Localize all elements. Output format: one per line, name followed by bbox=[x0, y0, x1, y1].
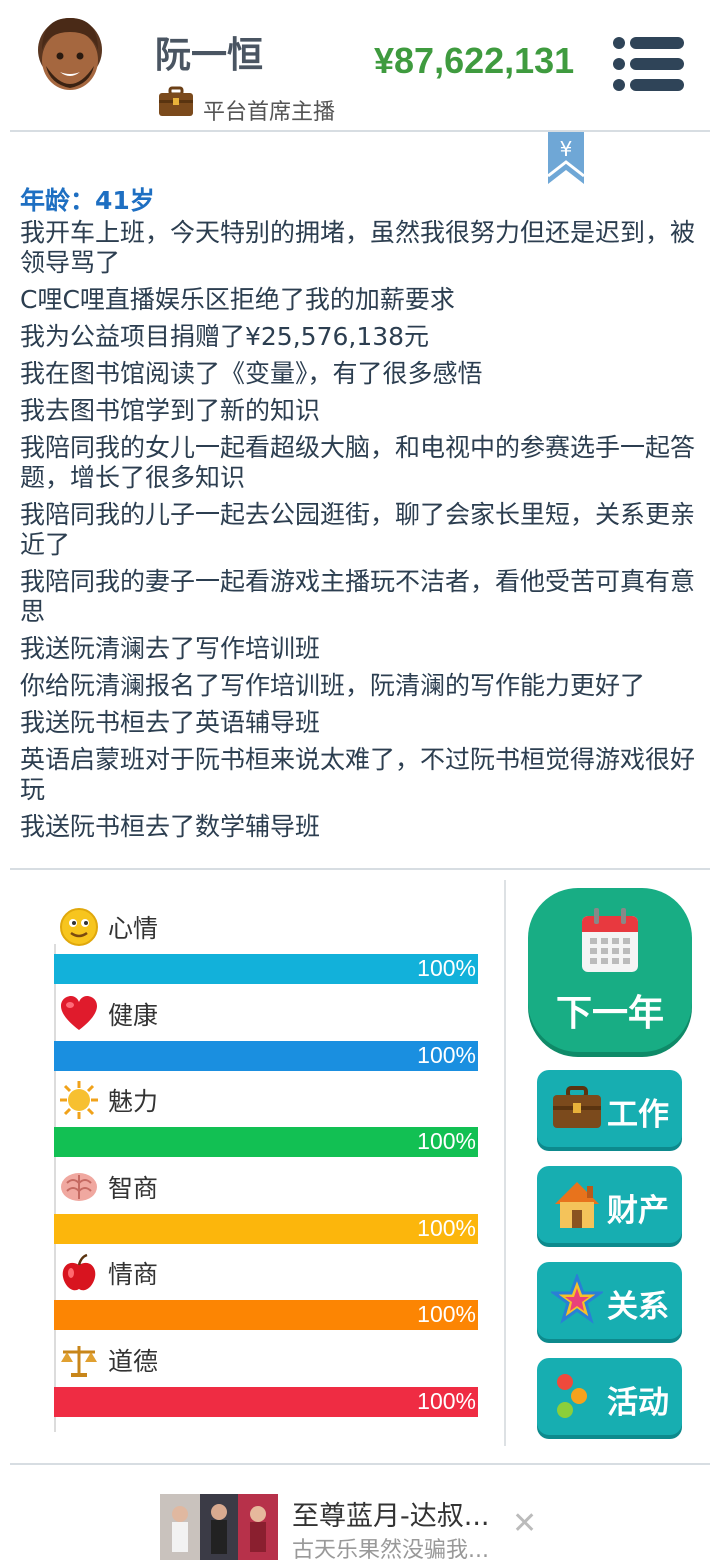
log-lines: 我开车上班，今天特别的拥堵，虽然我很努力但还是迟到，被领导骂了 C哩C哩直播娱乐区… bbox=[20, 218, 696, 842]
stat-label: 道德 bbox=[108, 1346, 159, 1376]
ad-close-icon[interactable]: ✕ bbox=[512, 1506, 537, 1541]
log-line: 我陪同我的妻子一起看游戏主播玩不洁者，看他受苦可真有意思 bbox=[20, 567, 696, 626]
stat-value: 100% bbox=[417, 1387, 476, 1414]
stat-bar-fill bbox=[54, 1127, 478, 1157]
stat-value: 100% bbox=[417, 1041, 476, 1068]
property-label: 财产 bbox=[607, 1193, 669, 1229]
log-line: 我去图书馆学到了新的知识 bbox=[20, 396, 321, 425]
log-line: 我为公益项目捐赠了¥25,576,138元 bbox=[20, 322, 430, 351]
activities-label: 活动 bbox=[607, 1385, 669, 1421]
log-line: 我陪同我的儿子一起去公园逛街，聊了会家长里短，关系更亲近了 bbox=[20, 500, 696, 559]
stat-head: 智商 bbox=[54, 1160, 479, 1214]
stat-bar-fill bbox=[54, 1040, 478, 1071]
bookmark-symbol: ¥ bbox=[560, 137, 573, 161]
age-label: 年龄：41岁 bbox=[20, 186, 155, 215]
menu-icon[interactable] bbox=[612, 36, 684, 92]
stat-row: 道德 100% bbox=[54, 1333, 479, 1420]
brain-icon bbox=[58, 1166, 100, 1208]
stat-label: 情商 bbox=[108, 1260, 159, 1289]
star-icon bbox=[551, 1274, 603, 1324]
stat-head: 魅力 bbox=[54, 1073, 479, 1127]
stat-head: 心情 bbox=[54, 900, 479, 954]
stat-bar-fill bbox=[54, 1300, 478, 1330]
stat-row: 智商 100% bbox=[54, 1160, 479, 1247]
stat-bar: 100% bbox=[54, 1300, 478, 1330]
next-year-label: 下一年 bbox=[555, 993, 664, 1034]
stat-value: 100% bbox=[417, 1128, 476, 1154]
scales-icon bbox=[58, 1339, 100, 1381]
smiley-icon bbox=[58, 906, 100, 948]
stat-row: 健康 100% bbox=[54, 987, 479, 1074]
ad-divider bbox=[10, 1463, 710, 1465]
log-line: 我在图书馆阅读了《变量》，有了很多感悟 bbox=[20, 359, 483, 388]
money-balance: ¥87,622,131 bbox=[374, 40, 575, 81]
property-button[interactable]: 财产 bbox=[537, 1166, 682, 1243]
stat-bar: 100% bbox=[54, 1127, 478, 1157]
relations-button[interactable]: 关系 bbox=[537, 1262, 682, 1339]
avatar[interactable] bbox=[32, 10, 108, 94]
stat-row: 心情 100% bbox=[54, 900, 479, 987]
activities-button[interactable]: 活动 bbox=[537, 1358, 682, 1435]
work-button[interactable]: 工作 bbox=[537, 1070, 682, 1147]
stat-bar: 100% bbox=[54, 1040, 478, 1071]
stat-head: 道德 bbox=[54, 1333, 479, 1387]
work-label: 工作 bbox=[607, 1097, 669, 1133]
activity-dots-icon bbox=[557, 1374, 587, 1418]
log-line: 我陪同我的女儿一起看超级大脑，和电视中的参赛选手一起答题，增长了很多知识 bbox=[20, 433, 696, 492]
log-line: 我送阮清澜去了写作培训班 bbox=[20, 634, 321, 663]
log-line: C哩C哩直播娱乐区拒绝了我的加薪要求 bbox=[20, 285, 455, 314]
ad-thumbnail[interactable] bbox=[160, 1494, 278, 1560]
log-line: 英语启蒙班对于阮书桓来说太难了，不过阮书桓觉得游戏很好玩 bbox=[20, 745, 696, 804]
stats-panel: 心情 100% 健康 100% 魅力 100% 智商 100% 情商 100% 道德 100% bbox=[54, 900, 479, 1419]
player-name: 阮一恒 bbox=[155, 35, 264, 76]
stat-head: 情商 bbox=[54, 1246, 479, 1300]
log-line: 我开车上班，今天特别的拥堵，虽然我很努力但还是迟到，被领导骂了 bbox=[20, 218, 696, 277]
event-log: 年龄：41岁 我开车上班，今天特别的拥堵，虽然我很努力但还是迟到，被领导骂了 C哩… bbox=[20, 184, 696, 849]
heart-icon bbox=[58, 993, 100, 1035]
header: 阮一恒 平台首席主播 ¥87,622,131 bbox=[0, 0, 720, 130]
relations-label: 关系 bbox=[607, 1289, 669, 1325]
stat-value: 100% bbox=[417, 1214, 476, 1241]
stat-label: 心情 bbox=[108, 914, 159, 943]
ad-banner[interactable]: 至尊蓝月-达叔... 古天乐果然没骗我... ✕ bbox=[0, 1466, 720, 1560]
bookmark-yen-icon[interactable]: ¥ bbox=[546, 132, 586, 184]
apple-icon bbox=[58, 1252, 100, 1294]
briefcase-icon bbox=[553, 1086, 601, 1128]
stat-head: 健康 bbox=[54, 987, 479, 1041]
calendar-icon bbox=[582, 908, 638, 972]
stat-label: 魅力 bbox=[108, 1087, 159, 1116]
stat-row: 魅力 100% bbox=[54, 1073, 479, 1160]
ad-title: 至尊蓝月-达叔... bbox=[292, 1501, 490, 1532]
stat-label: 健康 bbox=[108, 1000, 159, 1030]
stat-bar-fill bbox=[54, 1213, 478, 1244]
house-icon bbox=[555, 1182, 599, 1228]
sun-icon bbox=[58, 1079, 100, 1121]
stat-bar-fill bbox=[54, 954, 478, 984]
header-divider bbox=[10, 130, 710, 132]
stat-row: 情商 100% bbox=[54, 1246, 479, 1333]
stat-bar-fill bbox=[54, 1386, 478, 1417]
stat-bar: 100% bbox=[54, 1386, 478, 1417]
log-divider bbox=[10, 868, 710, 870]
panel-divider bbox=[504, 880, 506, 1446]
stat-value: 100% bbox=[417, 1301, 476, 1327]
stat-label: 智商 bbox=[108, 1173, 159, 1203]
briefcase-icon bbox=[159, 86, 193, 116]
log-line: 我送阮书桓去了英语辅导班 bbox=[20, 708, 321, 737]
stat-bar: 100% bbox=[54, 1213, 478, 1244]
log-line: 你给阮清澜报名了写作培训班，阮清澜的写作能力更好了 bbox=[20, 671, 646, 700]
log-line: 我送阮书桓去了数学辅导班 bbox=[20, 812, 321, 841]
job-title: 平台首席主播 bbox=[203, 100, 336, 125]
ad-subtitle: 古天乐果然没骗我... bbox=[292, 1538, 489, 1560]
next-year-button[interactable]: 下一年 bbox=[528, 888, 692, 1052]
stat-value: 100% bbox=[417, 955, 476, 981]
stat-bar: 100% bbox=[54, 954, 478, 984]
